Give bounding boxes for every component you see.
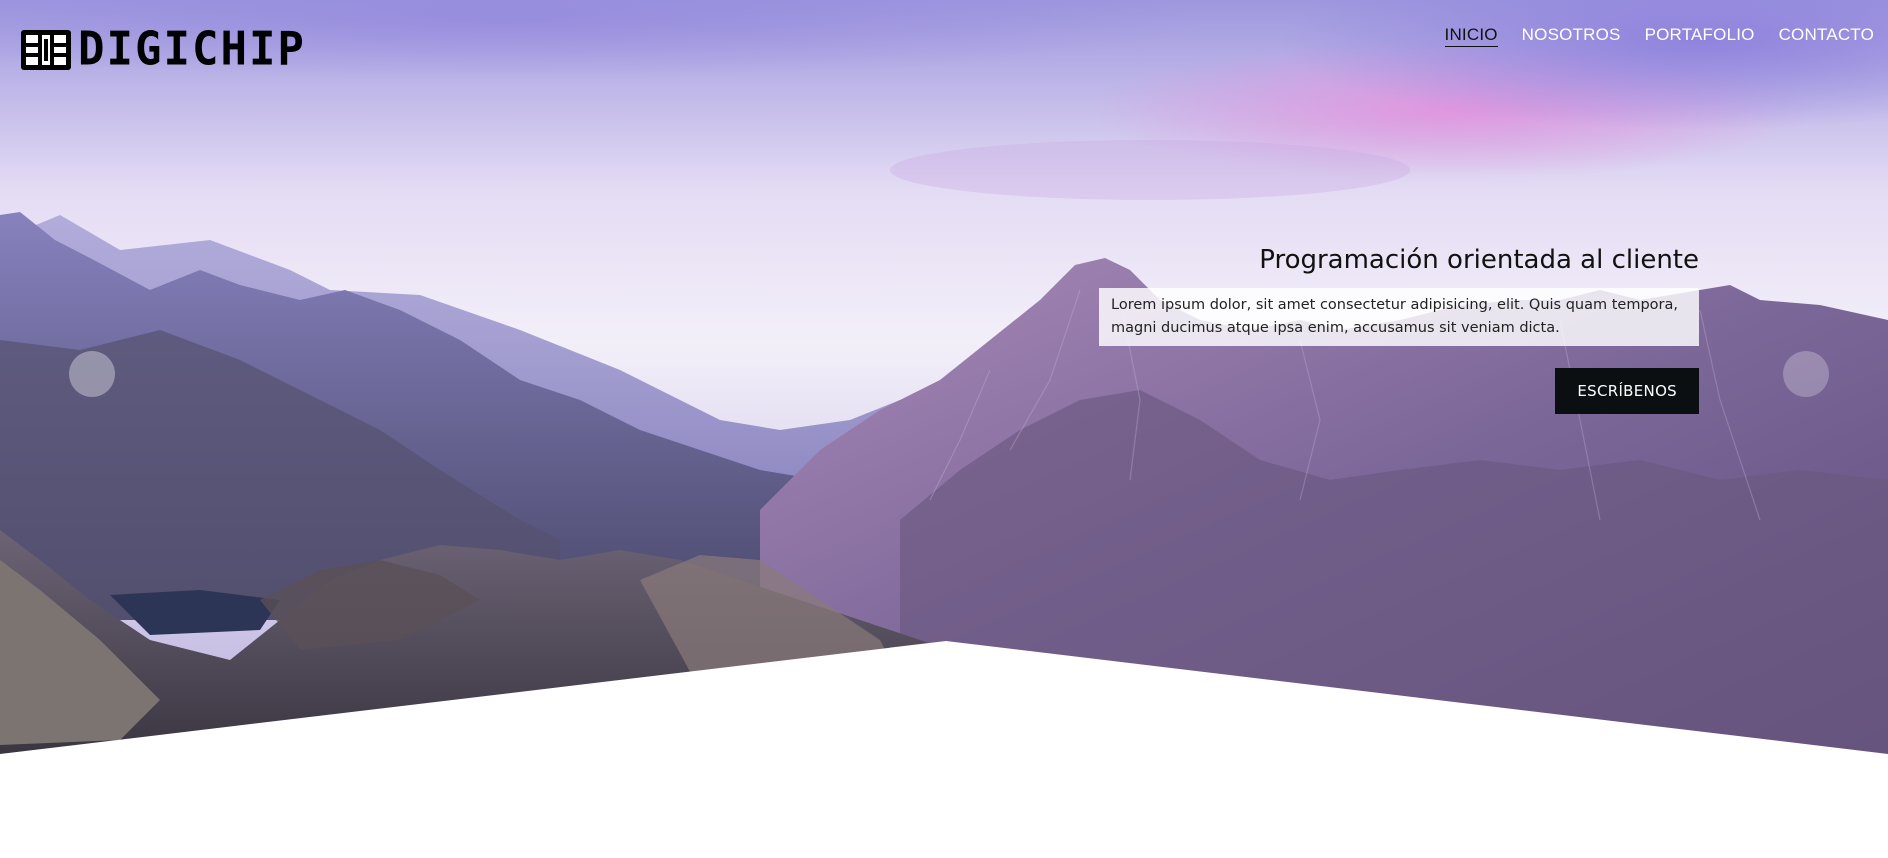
nav-item-nosotros[interactable]: NOSOTROS: [1522, 24, 1621, 47]
page: DIGICHIP INICIO NOSOTROS PORTAFOLIO CONT…: [0, 0, 1888, 858]
slide-caption: Programación orientada al cliente Lorem …: [1099, 242, 1699, 414]
contact-cta-button[interactable]: ESCRÍBENOS: [1555, 368, 1699, 414]
carousel-prev-button[interactable]: [69, 351, 115, 397]
chip-logo-icon: [21, 30, 71, 70]
hero-slider: DIGICHIP INICIO NOSOTROS PORTAFOLIO CONT…: [0, 0, 1888, 760]
carousel-next-button[interactable]: [1783, 351, 1829, 397]
nav-item-contacto[interactable]: CONTACTO: [1779, 24, 1874, 47]
brand-name: DIGICHIP: [78, 22, 306, 77]
main-nav: INICIO NOSOTROS PORTAFOLIO CONTACTO: [1421, 24, 1874, 47]
brand-logo[interactable]: DIGICHIP: [20, 22, 306, 77]
slide-description: Lorem ipsum dolor, sit amet consectetur …: [1099, 288, 1699, 346]
slide-title: Programación orientada al cliente: [1259, 245, 1699, 275]
nav-item-portafolio[interactable]: PORTAFOLIO: [1645, 24, 1755, 47]
nav-item-inicio[interactable]: INICIO: [1444, 24, 1498, 47]
